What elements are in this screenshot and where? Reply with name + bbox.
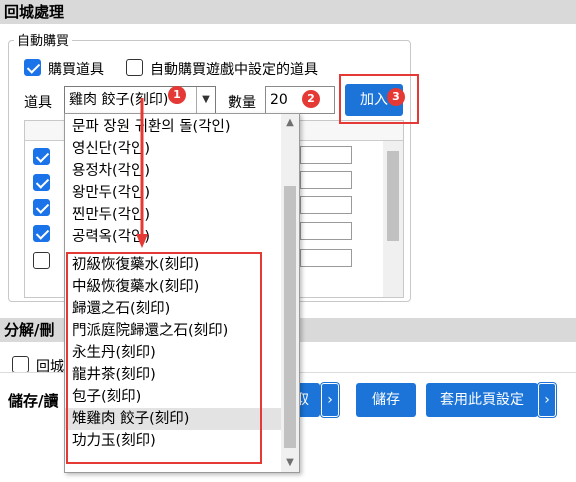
save-section-title: 儲存/讀: [8, 392, 59, 410]
table-scroll-thumb[interactable]: [387, 151, 399, 241]
table-row-checkbox[interactable]: [33, 252, 50, 269]
item-label: 道具: [24, 95, 52, 111]
table-row-checkbox[interactable]: [33, 225, 50, 242]
dropdown-item[interactable]: 용정차(각인): [65, 160, 281, 182]
table-row-checkbox[interactable]: [33, 199, 50, 216]
annotation-badge-1: 1: [168, 86, 186, 104]
dropdown-scrollbar[interactable]: ▲ ▼: [281, 114, 299, 472]
dropdown-item[interactable]: 문파 장원 귀환의 돌(각인): [65, 116, 281, 138]
scroll-up-arrow-icon[interactable]: ▲: [281, 114, 299, 132]
annotation-arrow-icon: [136, 98, 148, 248]
chevron-down-icon[interactable]: ▼: [196, 87, 215, 113]
save-button[interactable]: 儲存: [356, 383, 416, 417]
dropdown-item[interactable]: 찐만두(각인): [65, 204, 281, 226]
table-row-checkbox[interactable]: [33, 148, 50, 165]
buy-items-label: 購買道具: [48, 62, 104, 78]
annotation-badge-3: 3: [387, 88, 405, 106]
dropdown-scroll-thumb[interactable]: [284, 186, 296, 448]
auto-buy-group-title: 自動購買: [14, 30, 73, 49]
cancel-next-button[interactable]: ›: [321, 383, 339, 417]
auto-buy-game-checkbox[interactable]: [126, 59, 143, 76]
table-row-checkbox[interactable]: [33, 174, 50, 191]
table-cell-input[interactable]: [300, 171, 352, 189]
dropdown-item[interactable]: 왕만두(각인): [65, 182, 281, 204]
auto-buy-game-label: 自動購買遊戲中設定的道具: [150, 62, 318, 78]
table-cell-input[interactable]: [300, 249, 352, 267]
table-cell-input[interactable]: [300, 196, 352, 214]
highlight-chinese-items-box: [66, 252, 262, 464]
section-header-return-city: 回城處理: [0, 0, 576, 24]
annotation-badge-2: 2: [302, 90, 320, 108]
quantity-field[interactable]: 20: [265, 86, 335, 114]
table-cell-input[interactable]: [300, 222, 352, 240]
section-title: 回城處理: [4, 3, 65, 21]
decompose-checkbox[interactable]: [12, 356, 29, 373]
table-scrollbar[interactable]: [383, 141, 403, 297]
item-select-value: 雞肉 餃子(刻印): [69, 92, 169, 108]
apply-next-button[interactable]: ›: [538, 383, 556, 417]
quantity-label: 數量: [228, 95, 256, 111]
section-title: 分解/刪: [4, 321, 55, 339]
dropdown-item[interactable]: 공력옥(각인): [65, 226, 281, 248]
apply-page-button[interactable]: 套用此頁設定: [426, 383, 538, 417]
highlight-add-button-box: [339, 74, 419, 124]
quantity-value: 20: [270, 92, 288, 108]
table-cell-input[interactable]: [300, 146, 352, 164]
buy-items-checkbox[interactable]: [24, 59, 41, 76]
dropdown-item[interactable]: 영신단(각인): [65, 138, 281, 160]
scroll-down-arrow-icon[interactable]: ▼: [281, 454, 299, 472]
